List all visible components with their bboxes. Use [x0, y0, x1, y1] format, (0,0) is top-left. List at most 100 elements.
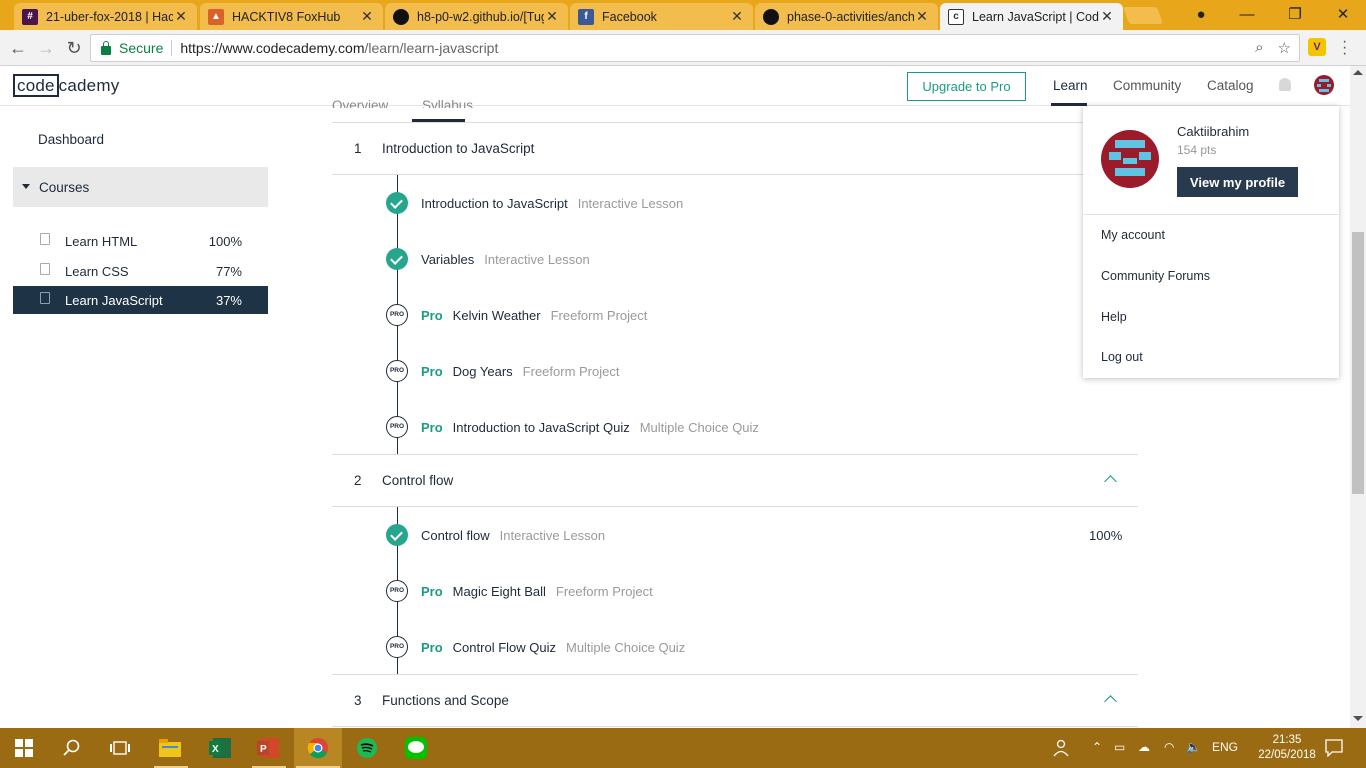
- divider: [332, 674, 1138, 675]
- powerpoint-icon[interactable]: P: [256, 736, 280, 760]
- lesson-item[interactable]: Introduction to JavaScript Interactive Le…: [421, 196, 683, 211]
- tab-syllabus[interactable]: Syllabus: [422, 98, 473, 108]
- tab-label: phase-0-activities/ancho: [787, 9, 914, 24]
- lesson-item[interactable]: Pro Dog Years Freeform Project: [421, 364, 619, 379]
- volume-icon[interactable]: 🔈: [1186, 740, 1201, 754]
- lesson-item[interactable]: Pro Control Flow Quiz Multiple Choice Quiz: [421, 640, 685, 655]
- close-icon[interactable]: ✕: [914, 8, 930, 25]
- menu-item-help[interactable]: Help: [1101, 310, 1127, 324]
- lesson-item[interactable]: Pro Kelvin Weather Freeform Project: [421, 308, 647, 323]
- tab-label: HACKTIV8 FoxHub: [232, 9, 341, 24]
- sidebar-item-learn-javascript[interactable]: Learn JavaScript 37%: [13, 286, 268, 314]
- sidebar-dashboard-link[interactable]: Dashboard: [38, 132, 104, 147]
- pro-icon: PRO: [386, 360, 408, 382]
- avatar[interactable]: [1314, 75, 1334, 95]
- chevron-up-icon[interactable]: ⌃: [1092, 740, 1102, 754]
- divider: [332, 174, 1138, 175]
- fox-icon: ▲: [208, 8, 224, 25]
- unit-title[interactable]: Introduction to JavaScript: [382, 141, 534, 156]
- browser-tab[interactable]: ▲ HACKTIV8 FoxHub ✕: [200, 3, 383, 30]
- close-icon[interactable]: ✕: [729, 8, 745, 25]
- profile-dropdown: Caktiibrahim 154 pts View my profile My …: [1083, 106, 1339, 378]
- browser-tab[interactable]: h8-p0-w2.github.io/[Tug ✕: [385, 3, 568, 30]
- lesson-item[interactable]: Variables Interactive Lesson: [421, 252, 590, 267]
- excel-icon[interactable]: X: [208, 736, 232, 760]
- spotify-icon[interactable]: [355, 736, 379, 760]
- pro-badge: Pro: [421, 308, 443, 323]
- line-icon[interactable]: [404, 736, 428, 760]
- sidebar-courses-toggle[interactable]: Courses: [13, 167, 268, 207]
- unit-number: 3: [354, 693, 362, 708]
- sidebar-item-learn-css[interactable]: Learn CSS 77%: [13, 257, 268, 285]
- divider: [332, 122, 1138, 123]
- browser-tab[interactable]: f Facebook ✕: [570, 3, 753, 30]
- back-arrow-icon[interactable]: ←: [6, 36, 30, 60]
- menu-item-community-forums[interactable]: Community Forums: [1101, 269, 1210, 283]
- menu-item-my-account[interactable]: My account: [1101, 228, 1165, 242]
- windows-start-icon[interactable]: [12, 736, 36, 760]
- nav-community[interactable]: Community: [1113, 78, 1181, 93]
- lesson-item[interactable]: Pro Magic Eight Ball Freeform Project: [421, 584, 653, 599]
- lock-icon: [101, 40, 111, 55]
- file-explorer-icon[interactable]: [158, 736, 182, 760]
- upgrade-to-pro-button[interactable]: Upgrade to Pro: [907, 72, 1026, 101]
- address-bar[interactable]: Secure https://www.codecademy.com/learn/…: [90, 34, 1300, 62]
- notification-bell-icon[interactable]: [1279, 78, 1291, 91]
- scroll-up-icon[interactable]: [1353, 70, 1363, 75]
- courses-heading: Courses: [39, 179, 90, 195]
- action-center-icon[interactable]: [1322, 736, 1346, 760]
- lesson-name: Control flow: [421, 528, 490, 543]
- nav-learn[interactable]: Learn: [1053, 78, 1088, 93]
- chrome-icon[interactable]: [306, 736, 330, 760]
- search-icon[interactable]: [60, 736, 84, 760]
- bookmark-star-icon[interactable]: ☆: [1278, 39, 1291, 57]
- lesson-type: Freeform Project: [522, 364, 620, 379]
- task-view-icon[interactable]: [108, 736, 132, 760]
- system-clock[interactable]: 21:35 22/05/2018: [1257, 733, 1317, 763]
- tab-overview[interactable]: Overview: [332, 98, 388, 108]
- lesson-type: Multiple Choice Quiz: [565, 640, 686, 655]
- tab-label: 21-uber-fox-2018 | Hackti: [46, 9, 173, 24]
- new-tab-button[interactable]: [1122, 7, 1164, 24]
- wifi-icon[interactable]: ◠: [1164, 740, 1174, 754]
- reload-icon[interactable]: ↻: [62, 36, 86, 60]
- browser-tab[interactable]: # 21-uber-fox-2018 | Hackti ✕: [14, 3, 197, 30]
- restore-button[interactable]: ❐: [1272, 0, 1318, 28]
- battery-icon[interactable]: ▭: [1114, 740, 1125, 754]
- close-window-button[interactable]: ✕: [1320, 0, 1366, 28]
- nav-catalog[interactable]: Catalog: [1207, 78, 1254, 93]
- scroll-down-icon[interactable]: [1353, 716, 1363, 721]
- menu-item-log-out[interactable]: Log out: [1101, 350, 1143, 364]
- unit-title[interactable]: Control flow: [382, 473, 453, 488]
- sidebar-item-learn-html[interactable]: Learn HTML 100%: [13, 227, 268, 255]
- view-profile-button[interactable]: View my profile: [1177, 167, 1298, 197]
- lesson-item[interactable]: Control flow Interactive Lesson: [421, 528, 605, 543]
- url-host: https://www.codecademy.com: [180, 40, 365, 56]
- lesson-name: Magic Eight Ball: [452, 584, 546, 599]
- close-icon[interactable]: ✕: [1099, 8, 1115, 25]
- lesson-item[interactable]: Pro Introduction to JavaScript Quiz Multip…: [421, 420, 759, 435]
- close-icon[interactable]: ✕: [544, 8, 560, 25]
- close-icon[interactable]: ✕: [173, 8, 189, 25]
- browser-tab-active[interactable]: c Learn JavaScript | Codec ✕: [940, 3, 1123, 30]
- scrollbar-thumb[interactable]: [1352, 232, 1364, 494]
- zoom-icon[interactable]: ⌕: [1255, 39, 1263, 57]
- close-icon[interactable]: ✕: [359, 8, 375, 25]
- unit-title[interactable]: Functions and Scope: [382, 693, 509, 708]
- extension-icon[interactable]: V: [1308, 38, 1326, 56]
- input-language[interactable]: ENG: [1212, 740, 1238, 754]
- browser-tab[interactable]: phase-0-activities/ancho ✕: [755, 3, 938, 30]
- codecademy-logo[interactable]: code cademy: [13, 74, 119, 97]
- divider: [171, 40, 173, 56]
- onedrive-icon[interactable]: ☁: [1138, 740, 1150, 754]
- profile-avatar[interactable]: [1101, 130, 1159, 188]
- account-icon[interactable]: ●: [1178, 0, 1224, 28]
- chevron-up-icon[interactable]: [1104, 475, 1117, 488]
- lesson-name: Kelvin Weather: [452, 308, 541, 323]
- people-icon[interactable]: [1050, 736, 1074, 760]
- minimize-button[interactable]: —: [1224, 0, 1270, 28]
- chrome-menu-icon[interactable]: · · ·: [1342, 34, 1347, 62]
- browser-tab-strip: # 21-uber-fox-2018 | Hackti ✕ ▲ HACKTIV8…: [0, 0, 1366, 30]
- chevron-up-icon[interactable]: [1104, 695, 1117, 708]
- forward-arrow-icon[interactable]: →: [34, 36, 58, 60]
